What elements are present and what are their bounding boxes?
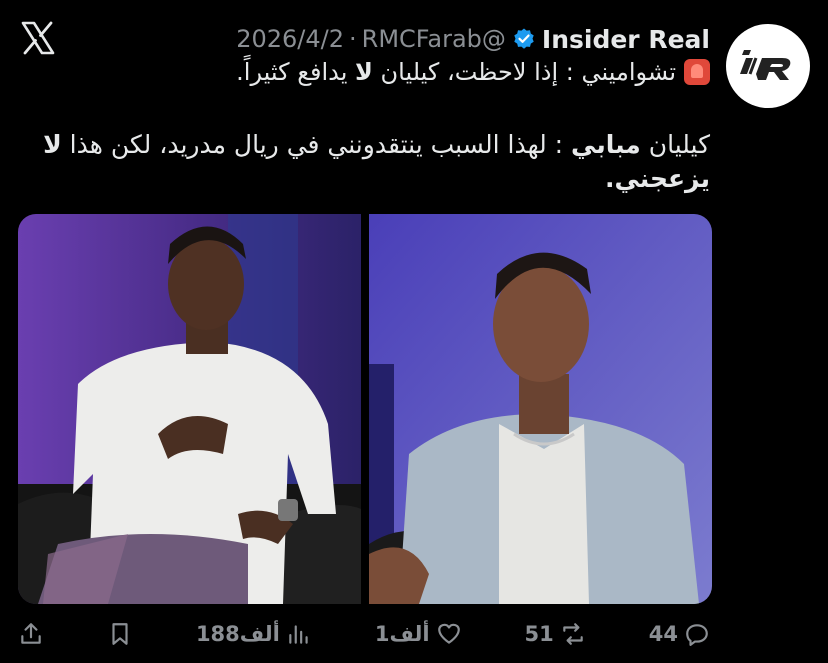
views-icon (289, 625, 308, 644)
photo-right[interactable] (369, 214, 712, 604)
views-button[interactable]: 188ألف (196, 621, 312, 647)
verified-badge-icon (514, 28, 534, 49)
heart-icon (437, 623, 460, 644)
reposts-count: 51 (524, 622, 554, 646)
rotating-light-icon (684, 59, 710, 85)
post-date[interactable]: 2026/4/2 (236, 25, 344, 53)
views-count: 188ألف (195, 622, 280, 646)
photo-left[interactable] (18, 214, 361, 604)
repost-icon (563, 623, 583, 645)
tweet-headline: تشواميني : إذا لاحظت، كيليان لا يدافع كث… (236, 58, 710, 86)
user-handle[interactable]: @RMCFarab (362, 25, 506, 53)
x-logo-icon (20, 20, 56, 56)
insider-real-logo (740, 50, 791, 80)
tweet-actions: 188ألف 1ألف 51 44 (18, 608, 710, 660)
share-button[interactable] (18, 621, 44, 647)
media-divider (361, 214, 369, 604)
headline-text: تشواميني : إذا لاحظت، كيليان لا يدافع كث… (236, 58, 676, 86)
reply-button[interactable]: 44 (649, 621, 710, 647)
tweet-media[interactable] (18, 214, 712, 604)
repost-button[interactable]: 51 (525, 621, 586, 647)
tweet-header: Insider Real @RMCFarab · 2026/4/2 (236, 22, 710, 56)
like-button[interactable]: 1ألف (375, 621, 462, 647)
likes-count: 1ألف (374, 622, 430, 646)
bookmark-button[interactable] (107, 621, 133, 647)
tweet-body: كيليان مبابي : لهذا السبب ينتقدونني في ر… (43, 130, 710, 193)
separator-dot: · (349, 25, 357, 53)
replies-count: 44 (648, 622, 678, 646)
reply-icon (686, 624, 708, 646)
avatar[interactable] (726, 24, 810, 108)
share-icon (21, 623, 41, 644)
display-name[interactable]: Insider Real (542, 25, 710, 54)
bookmark-icon (112, 623, 128, 645)
